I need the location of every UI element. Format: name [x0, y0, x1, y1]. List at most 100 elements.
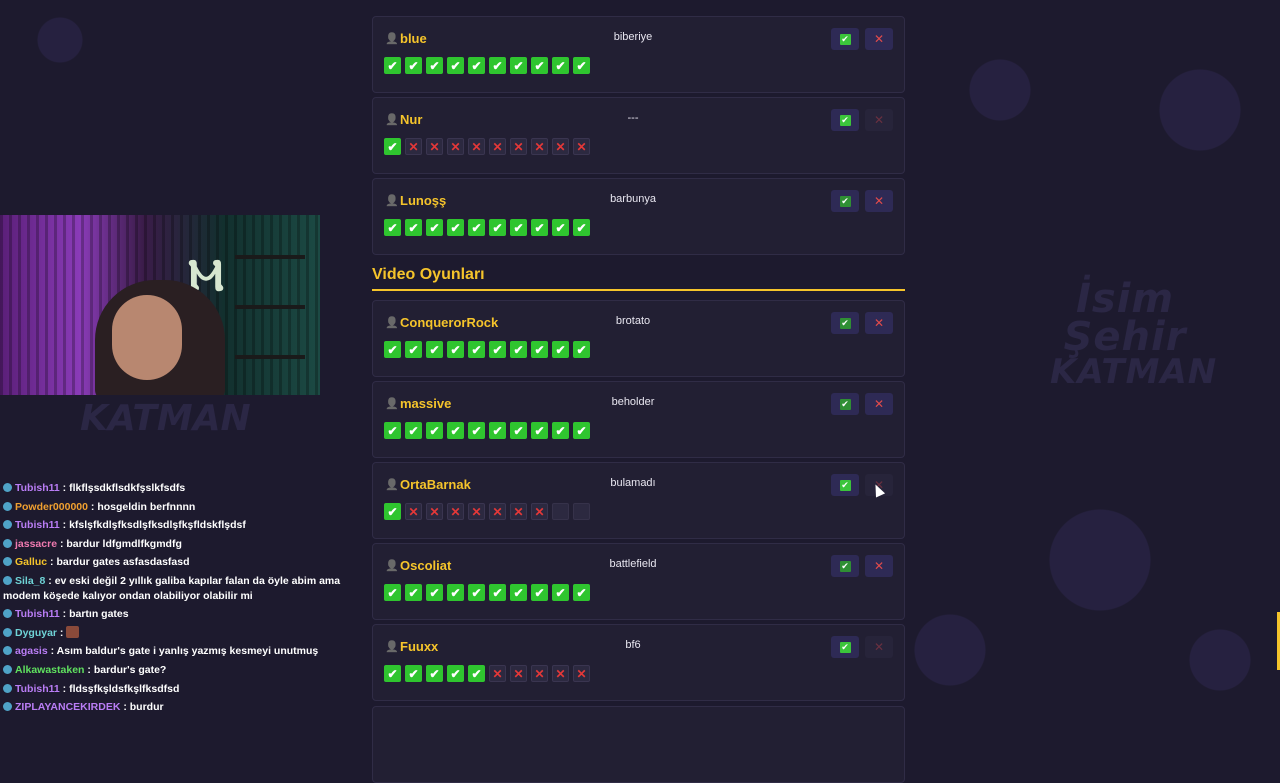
- chat-separator: :: [45, 574, 55, 587]
- vote-row: ✔ ✕ ✕ ✕ ✕ ✕ ✕ ✕ ✕ ✕: [384, 138, 590, 155]
- user-icon: 👤: [385, 479, 399, 491]
- vote-check-icon: ✔: [405, 422, 422, 439]
- vote-check-icon: ✔: [573, 584, 590, 601]
- approve-button[interactable]: ✔: [831, 190, 859, 212]
- chat-username[interactable]: Tubish11: [15, 683, 60, 695]
- section-title: Video Oyunları: [372, 266, 905, 291]
- vote-check-icon: ✔: [531, 422, 548, 439]
- cross-icon: ✕: [873, 640, 885, 654]
- user-icon: 👤: [385, 398, 399, 410]
- vote-check-icon: ✔: [489, 584, 506, 601]
- player-name: massive: [400, 396, 452, 411]
- vote-cross-icon: ✕: [531, 138, 548, 155]
- chat-badge-icon: [3, 575, 12, 585]
- vote-cross-icon: ✕: [510, 665, 527, 682]
- chat-separator: :: [47, 645, 57, 658]
- reject-button[interactable]: ✕: [865, 393, 893, 415]
- chat-badge-icon: [3, 702, 12, 712]
- chat-separator: :: [59, 519, 70, 532]
- reject-button[interactable]: ✕: [865, 555, 893, 577]
- chat-separator: :: [57, 626, 67, 639]
- approve-button[interactable]: ✔: [831, 474, 859, 496]
- player-answer: brotato: [615, 315, 651, 327]
- chat-badge-icon: [3, 609, 12, 619]
- vote-check-icon: ✔: [468, 422, 485, 439]
- reject-button[interactable]: ✕: [865, 109, 893, 131]
- vote-row: ✔ ✔ ✔ ✔ ✔ ✔ ✔ ✔ ✔ ✔: [384, 219, 590, 236]
- chat-text: bardur ldfgmdlfkgmdfg: [66, 537, 182, 550]
- chat-text: bartın gates: [69, 608, 129, 621]
- chat-message: jassacre : bardur ldfgmdlfkgmdfg: [3, 537, 373, 552]
- chat-username[interactable]: ZIPLAYANCEKIRDEK: [15, 701, 120, 713]
- vote-cross-icon: ✕: [489, 138, 506, 155]
- vote-check-icon: ✔: [468, 341, 485, 358]
- chat-username[interactable]: Alkawastaken: [15, 664, 84, 676]
- vote-row: ✔ ✔ ✔ ✔ ✔ ✔ ✔ ✔ ✔ ✔: [384, 584, 590, 601]
- approve-button[interactable]: ✔: [831, 28, 859, 50]
- reject-button[interactable]: ✕: [865, 190, 893, 212]
- chat-username[interactable]: Powder000000: [15, 501, 88, 513]
- vote-check-icon: ✔: [489, 219, 506, 236]
- approve-button[interactable]: ✔: [831, 312, 859, 334]
- check-icon: ✔: [839, 479, 851, 491]
- chat-text: fldsşfkşldsfkşlfksdfsd: [69, 682, 180, 695]
- chat-message: Dyguyar :: [3, 625, 373, 641]
- shelf: [235, 255, 305, 259]
- chat-username[interactable]: Dyguyar: [15, 627, 57, 639]
- vote-row: ✔ ✕ ✕ ✕ ✕ ✕ ✕ ✕: [384, 503, 590, 520]
- chat-badge-icon: [3, 538, 12, 548]
- vote-check-icon: ✔: [531, 584, 548, 601]
- approve-button[interactable]: ✔: [831, 393, 859, 415]
- cross-icon: ✕: [873, 32, 885, 46]
- vote-check-icon: ✔: [468, 219, 485, 236]
- chat-separator: :: [120, 701, 130, 714]
- vote-check-icon: ✔: [573, 341, 590, 358]
- chat-username[interactable]: Tubish11: [15, 519, 60, 531]
- vote-empty: [573, 503, 590, 520]
- approve-button[interactable]: ✔: [831, 636, 859, 658]
- chat-username[interactable]: Sila_8: [15, 575, 45, 587]
- player-card: 👤 Oscoliat battlefield ✔ ✕ ✔ ✔ ✔ ✔ ✔ ✔ ✔ ✔ ✔ ✔: [372, 543, 905, 620]
- vote-check-icon: ✔: [552, 57, 569, 74]
- watermark-line-3: KATMAN: [1050, 352, 1218, 392]
- chat-badge-icon: [3, 646, 12, 656]
- chat-message: Powder000000 : hosgeldin berfnnnn: [3, 500, 373, 515]
- check-icon: ✔: [839, 560, 851, 572]
- player-card: 👤 Nur --- ✔ ✕ ✔ ✕ ✕ ✕ ✕ ✕ ✕ ✕ ✕ ✕: [372, 97, 905, 174]
- vote-cross-icon: ✕: [552, 138, 569, 155]
- chat-username[interactable]: Galluc: [15, 556, 47, 568]
- player-answer: ---: [627, 112, 639, 124]
- reject-button[interactable]: ✕: [865, 28, 893, 50]
- player-answer: bf6: [625, 639, 641, 651]
- chat-username[interactable]: agasis: [15, 645, 48, 657]
- cross-icon: ✕: [873, 316, 885, 330]
- player-name: ConquerorRock: [400, 315, 499, 330]
- vote-check-icon: ✔: [384, 584, 401, 601]
- vote-check-icon: ✔: [384, 422, 401, 439]
- vote-check-icon: ✔: [468, 665, 485, 682]
- chat-text: Asım baldur's gate i yanlış yazmış kesme…: [56, 645, 319, 658]
- approve-button[interactable]: ✔: [831, 555, 859, 577]
- chat-badge-icon: [3, 501, 12, 511]
- vote-cross-icon: ✕: [447, 503, 464, 520]
- vote-check-icon: ✔: [468, 57, 485, 74]
- vote-check-icon: ✔: [426, 584, 443, 601]
- vote-cross-icon: ✕: [531, 503, 548, 520]
- vote-check-icon: ✔: [384, 665, 401, 682]
- player-name: Oscoliat: [400, 558, 452, 573]
- reject-button[interactable]: ✕: [865, 312, 893, 334]
- chat-username[interactable]: Tubish11: [15, 608, 60, 620]
- vote-check-icon: ✔: [426, 219, 443, 236]
- player-name: OrtaBarnak: [400, 477, 471, 492]
- chat-badge-icon: [3, 627, 12, 637]
- cam-caption: KATMAN: [80, 398, 251, 439]
- vote-check-icon: ✔: [510, 584, 527, 601]
- chat-separator: :: [59, 482, 70, 494]
- chat-username[interactable]: Tubish11: [15, 482, 60, 494]
- chat-badge-icon: [3, 683, 12, 693]
- chat-separator: :: [59, 682, 70, 695]
- approve-button[interactable]: ✔: [831, 109, 859, 131]
- chat-username[interactable]: jassacre: [15, 538, 57, 550]
- reject-button[interactable]: ✕: [865, 636, 893, 658]
- chat-message: Galluc : bardur gates asfasdasfasd: [3, 555, 373, 570]
